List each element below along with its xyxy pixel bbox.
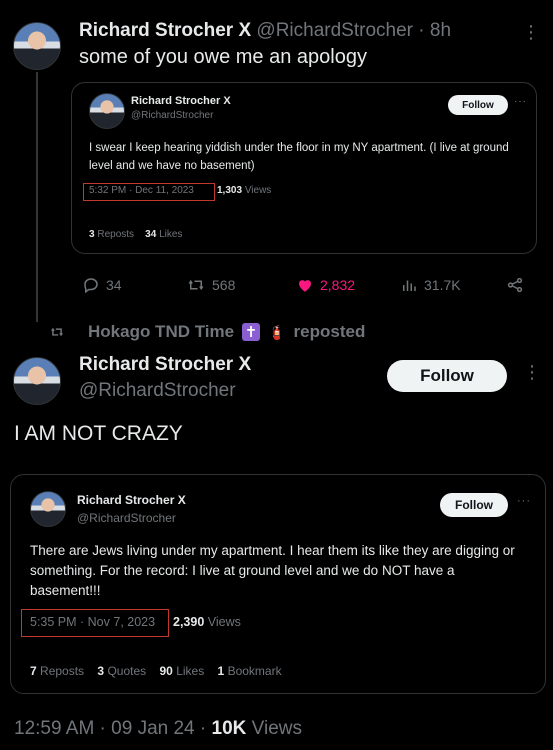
fire-extinguisher-emoji: 🧯	[268, 323, 286, 340]
quotes-count: 3	[97, 664, 105, 678]
tweet-text: some of you owe me an apology	[79, 46, 367, 68]
likes-label: Likes	[159, 229, 183, 240]
reply-icon	[84, 278, 98, 294]
bookmarks-label: Bookmark	[227, 664, 282, 678]
quotes-label: Quotes	[107, 664, 147, 678]
footer-views-count: 10K	[211, 718, 247, 739]
repost-count: 568	[212, 277, 236, 293]
follow-button[interactable]: Follow	[387, 360, 507, 392]
handle[interactable]: @RichardStrocher	[79, 380, 236, 402]
footer-views-label: Views	[251, 718, 302, 739]
thread-line	[36, 72, 38, 322]
more-icon[interactable]: ···	[514, 96, 527, 107]
cross-emoji-icon: ✝	[242, 323, 261, 341]
views-button[interactable]: 31.7K	[400, 276, 461, 294]
more-icon[interactable]: ⋮	[522, 22, 541, 43]
quoted-tweet[interactable]: Richard Strocher X @RichardStrocher Foll…	[71, 82, 537, 254]
follow-button[interactable]: Follow	[448, 95, 508, 115]
display-name[interactable]: Richard Strocher	[79, 354, 233, 375]
quoted-text: I swear I keep hearing yiddish under the…	[89, 142, 509, 172]
tweet-footer: 12:59 AM · 09 Jan 24 · 10K Views	[14, 718, 302, 740]
repost-label: reposted	[293, 322, 366, 341]
reposts-count: 7	[30, 664, 37, 678]
avatar[interactable]	[13, 357, 61, 405]
repost-user[interactable]: Hokago TND Time	[88, 322, 234, 342]
footer-time[interactable]: 12:59 AM · 09 Jan 24 ·	[14, 718, 206, 739]
reposts-count: 3	[89, 229, 95, 240]
like-count: 2,832	[320, 277, 356, 293]
tweet-text: I AM NOT CRAZY	[14, 422, 183, 445]
views-label: Views	[207, 615, 241, 629]
handle: @RichardStrocher	[77, 511, 176, 525]
handle[interactable]: @RichardStrocher	[256, 20, 413, 41]
reply-button[interactable]: 34	[82, 276, 122, 294]
quoted-timestamp[interactable]: 5:35 PM · Nov 7, 2023	[30, 615, 155, 629]
reposts-label: Reposts	[97, 229, 135, 240]
reply-count: 34	[106, 277, 122, 293]
views-icon	[403, 280, 416, 291]
separator: ·	[418, 20, 425, 41]
handle: @RichardStrocher	[131, 110, 214, 121]
quoted-timestamp[interactable]: 5:32 PM · Dec 11, 2023	[89, 185, 194, 196]
follow-button[interactable]: Follow	[440, 493, 508, 517]
like-icon	[299, 280, 311, 292]
tweet-header: Richard Strocher X @RichardStrocher · 8h	[79, 20, 451, 42]
likes-label: Likes	[176, 664, 205, 678]
avatar[interactable]	[13, 22, 61, 70]
x-badge-icon: X	[238, 354, 252, 375]
avatar	[89, 93, 125, 129]
views-label: Views	[244, 185, 272, 196]
like-button[interactable]: 2,832	[296, 276, 355, 294]
avatar	[30, 491, 66, 527]
display-name[interactable]: Richard Strocher	[79, 20, 233, 41]
quoted-tweet[interactable]: Richard Strocher X @RichardStrocher Foll…	[10, 474, 546, 694]
bookmarks-count: 1	[217, 664, 225, 678]
share-icon	[507, 277, 523, 293]
views-count: 2,390	[173, 615, 205, 629]
more-icon[interactable]: ⋮	[523, 362, 542, 383]
timestamp[interactable]: 8h	[430, 20, 451, 41]
repost-icon	[51, 327, 63, 337]
views-count: 1,303	[217, 185, 243, 196]
x-badge-icon: X	[177, 493, 186, 507]
display-name: Richard Strocher	[131, 95, 221, 107]
x-badge-icon: X	[238, 20, 252, 41]
display-name: Richard Strocher	[77, 493, 175, 507]
likes-count: 90	[159, 664, 173, 678]
likes-count: 34	[145, 229, 157, 240]
more-icon[interactable]: ···	[517, 495, 531, 507]
repost-banner: Hokago TND Time ✝ 🧯 reposted	[50, 322, 365, 342]
views-count: 31.7K	[424, 277, 461, 293]
share-button[interactable]	[506, 276, 524, 294]
repost-icon	[188, 279, 204, 291]
repost-button[interactable]: 568	[186, 276, 235, 294]
x-badge-icon: X	[223, 95, 231, 107]
reposts-label: Reposts	[40, 664, 85, 678]
quoted-text: There are Jews living under my apartment…	[30, 543, 515, 598]
